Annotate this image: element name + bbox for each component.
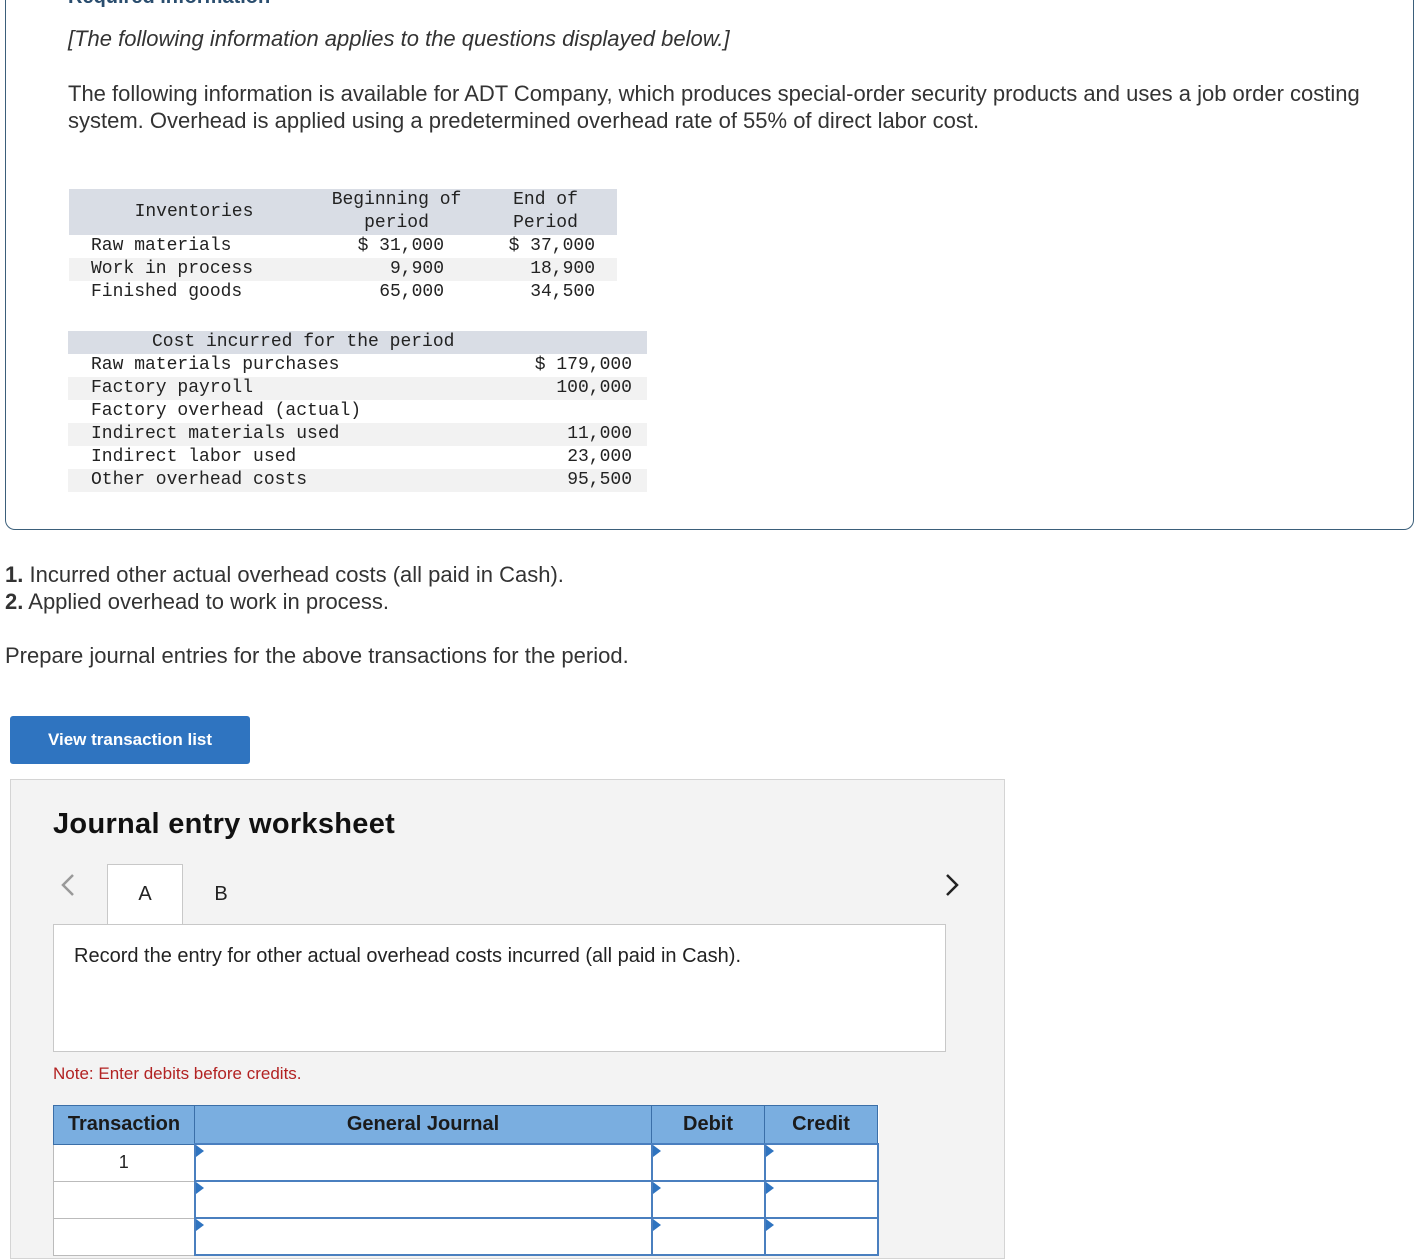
cost-value: $ 179,000 — [534, 355, 632, 375]
journal-table: Transaction General Journal Debit Credit… — [53, 1105, 879, 1256]
debit-input[interactable] — [650, 1180, 766, 1219]
inventories-header: Inventories — [134, 201, 254, 222]
table-row: 1 — [53, 1143, 879, 1182]
entry-prompt: Record the entry for other actual overhe… — [74, 945, 742, 967]
inventory-end: 34,500 — [530, 282, 595, 302]
journal-entry-worksheet: Journal entry worksheet A B Record the e… — [10, 779, 1005, 1259]
cost-value: 23,000 — [567, 447, 632, 467]
credit-input[interactable] — [763, 1180, 879, 1219]
debit-header: Debit — [651, 1105, 765, 1145]
tab-a[interactable]: A — [107, 864, 183, 924]
question-text: Incurred other actual overhead costs (al… — [29, 562, 564, 587]
entry-prompt-box: Record the entry for other actual overhe… — [53, 924, 946, 1052]
inventories-table: Inventories Beginning of period End of P… — [69, 189, 617, 304]
inventory-end: 18,900 — [530, 259, 595, 279]
cost-label: Raw materials purchases — [91, 355, 340, 375]
cost-label: Factory payroll — [91, 378, 254, 398]
chevron-left-icon[interactable] — [57, 870, 81, 900]
question-number: 1. — [5, 562, 24, 587]
tab-b[interactable]: B — [183, 864, 259, 924]
chevron-right-icon[interactable] — [939, 870, 963, 900]
end-header: End of Period — [513, 190, 578, 233]
cost-value: 11,000 — [567, 424, 632, 444]
beginning-header: Beginning of period — [331, 190, 462, 233]
transaction-number — [53, 1180, 195, 1219]
question-number: 2. — [5, 589, 24, 614]
table-row — [53, 1217, 879, 1256]
debit-input[interactable] — [650, 1143, 766, 1182]
required-information-title: Required information — [68, 0, 270, 9]
debits-note: Note: Enter debits before credits. — [53, 1064, 302, 1083]
account-select[interactable] — [193, 1143, 653, 1182]
account-select[interactable] — [193, 1217, 653, 1256]
applies-note: [The following information applies to th… — [68, 26, 730, 51]
view-transaction-list-button[interactable]: View transaction list — [10, 716, 250, 764]
inventory-end: $ 37,000 — [508, 236, 595, 256]
account-select[interactable] — [193, 1180, 653, 1219]
inventory-label: Finished goods — [91, 282, 243, 302]
inventory-begin: $ 31,000 — [357, 236, 444, 256]
question-2: 2. Applied overhead to work in process. — [5, 589, 389, 615]
cost-label: Other overhead costs — [91, 470, 308, 490]
inventory-label: Raw materials — [91, 236, 232, 256]
credit-input[interactable] — [763, 1217, 879, 1256]
cost-value: 95,500 — [567, 470, 632, 490]
cost-label: Indirect labor used — [91, 447, 297, 467]
cost-value: 100,000 — [556, 378, 632, 398]
inventory-label: Work in process — [91, 259, 254, 279]
cost-label: Factory overhead (actual) — [91, 401, 362, 421]
worksheet-title: Journal entry worksheet — [53, 808, 396, 840]
debit-input[interactable] — [650, 1217, 766, 1256]
question-1: 1. Incurred other actual overhead costs … — [5, 562, 564, 588]
transaction-header: Transaction — [53, 1105, 195, 1145]
general-journal-header: General Journal — [194, 1105, 652, 1145]
credit-input[interactable] — [763, 1143, 879, 1182]
transaction-number: 1 — [53, 1143, 195, 1182]
inventory-begin: 9,900 — [389, 259, 444, 279]
cost-label: Indirect materials used — [91, 424, 340, 444]
intro-paragraph: The following information is available f… — [68, 81, 1360, 133]
question-text: Applied overhead to work in process. — [28, 589, 390, 614]
costs-header: Cost incurred for the period — [152, 332, 455, 352]
cost-value — [478, 400, 647, 423]
transaction-number — [53, 1217, 195, 1256]
credit-header: Credit — [764, 1105, 878, 1145]
costs-table: Cost incurred for the period Raw materia… — [68, 331, 647, 492]
prepare-instruction: Prepare journal entries for the above tr… — [5, 643, 629, 668]
table-row — [53, 1180, 879, 1219]
inventory-begin: 65,000 — [379, 282, 444, 302]
